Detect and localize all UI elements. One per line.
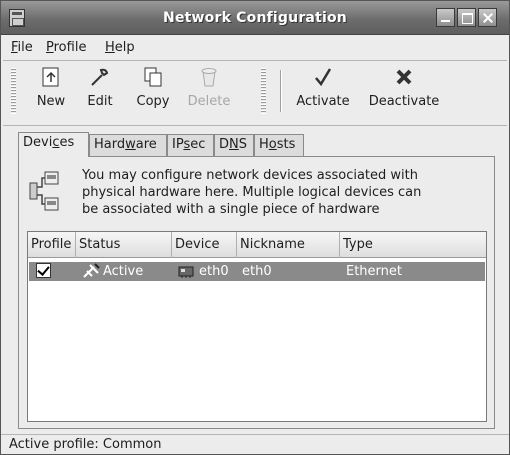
menu-help[interactable]: Help xyxy=(105,40,135,55)
toolbar: New Edit Copy Delete Activate Deactivate xyxy=(1,62,509,124)
toolbar-separator xyxy=(280,70,282,112)
copy-label: Copy xyxy=(136,94,170,109)
delete-icon xyxy=(198,66,220,88)
tab-hosts-label-b: sts xyxy=(276,137,296,152)
table-row[interactable]: Active eth0 eth0 Ethernet xyxy=(29,262,485,281)
tab-hardware-label-b: are xyxy=(135,137,157,152)
delete-label: Delete xyxy=(187,94,231,109)
deactivate-label: Deactivate xyxy=(368,94,440,109)
activate-label: Activate xyxy=(296,94,350,109)
network-configuration-window: Network Configuration File Profile Help … xyxy=(0,0,510,455)
info-line-3: be associated with a single piece of har… xyxy=(82,202,380,217)
device-cell: eth0 xyxy=(199,264,229,279)
tab-dns-label-b: S xyxy=(238,137,248,152)
status-cell: Active xyxy=(103,264,144,279)
column-nickname[interactable]: Nickname xyxy=(237,232,340,258)
menu-profile[interactable]: Profile xyxy=(46,40,86,55)
copy-icon xyxy=(142,66,164,88)
tab-devices[interactable]: Devices xyxy=(18,132,89,157)
maximize-button[interactable] xyxy=(457,8,476,27)
menu-file[interactable]: File xyxy=(11,40,33,55)
tab-devices-label-b: es xyxy=(59,135,75,150)
column-device[interactable]: Device xyxy=(172,232,237,258)
tab-dns[interactable]: DNS xyxy=(214,134,254,156)
info-line-1: You may configure network devices associ… xyxy=(82,168,418,183)
new-label: New xyxy=(36,94,66,109)
active-status-icon xyxy=(81,262,101,284)
edit-button[interactable]: Edit xyxy=(85,66,115,120)
deactivate-button[interactable]: Deactivate xyxy=(365,66,443,120)
device-list-header: Profile Status Device Nickname Type xyxy=(28,232,486,258)
tab-ipsec-label-a: IP xyxy=(172,137,184,152)
menu-profile-label: rofile xyxy=(53,40,87,55)
status-text: Active profile: Common xyxy=(9,437,162,452)
menu-separator xyxy=(3,60,507,61)
status-bar: Active profile: Common xyxy=(1,434,509,454)
toolbar-separator-line xyxy=(3,125,507,126)
column-type[interactable]: Type xyxy=(340,232,486,258)
info-text: You may configure network devices associ… xyxy=(82,167,492,218)
close-button[interactable] xyxy=(478,8,497,27)
delete-button[interactable]: Delete xyxy=(186,66,232,120)
edit-label: Edit xyxy=(87,94,113,109)
toolbar-grip[interactable] xyxy=(11,68,16,114)
profile-checkbox[interactable] xyxy=(36,263,51,278)
tab-hosts[interactable]: Hosts xyxy=(254,134,304,156)
title-bar[interactable]: Network Configuration xyxy=(1,1,509,35)
new-icon xyxy=(40,66,62,88)
tab-ipsec[interactable]: IPsec xyxy=(167,134,214,156)
info-line-2: physical hardware here. Multiple logical… xyxy=(82,185,422,200)
devices-panel: You may configure network devices associ… xyxy=(18,156,495,429)
toolbar-grip-2[interactable] xyxy=(261,68,266,114)
tab-hardware-mnemonic: w xyxy=(125,137,136,152)
tab-ipsec-label-b: ec xyxy=(190,137,206,152)
tab-hardware[interactable]: Hardware xyxy=(89,134,167,156)
tab-hosts-label-a: H xyxy=(259,137,269,152)
menu-bar: File Profile Help xyxy=(1,36,509,60)
type-cell: Ethernet xyxy=(346,264,402,279)
menu-help-mnemonic: H xyxy=(105,40,115,55)
menu-help-label: elp xyxy=(114,40,135,55)
activate-button[interactable]: Activate xyxy=(292,66,354,120)
tab-devices-label-a: Devi xyxy=(23,135,53,150)
column-status[interactable]: Status xyxy=(76,232,172,258)
activate-icon xyxy=(312,66,334,88)
minimize-button[interactable] xyxy=(436,8,455,27)
tab-hardware-label-a: Hard xyxy=(94,137,126,152)
column-profile[interactable]: Profile xyxy=(28,232,76,258)
tab-hosts-mnemonic: o xyxy=(268,137,277,152)
copy-button[interactable]: Copy xyxy=(135,66,171,120)
new-button[interactable]: New xyxy=(31,66,71,120)
edit-icon xyxy=(89,66,111,88)
nickname-cell: eth0 xyxy=(242,264,272,279)
device-list[interactable]: Profile Status Device Nickname Type Acti… xyxy=(27,231,487,422)
tab-dns-label-a: D xyxy=(219,137,230,152)
menu-file-label: ile xyxy=(17,40,33,55)
network-devices-icon xyxy=(29,169,59,213)
window-title: Network Configuration xyxy=(163,10,347,26)
deactivate-icon xyxy=(393,66,415,88)
menu-profile-mnemonic: P xyxy=(46,40,54,55)
tab-dns-mnemonic: N xyxy=(229,137,239,152)
network-card-icon xyxy=(178,265,196,283)
